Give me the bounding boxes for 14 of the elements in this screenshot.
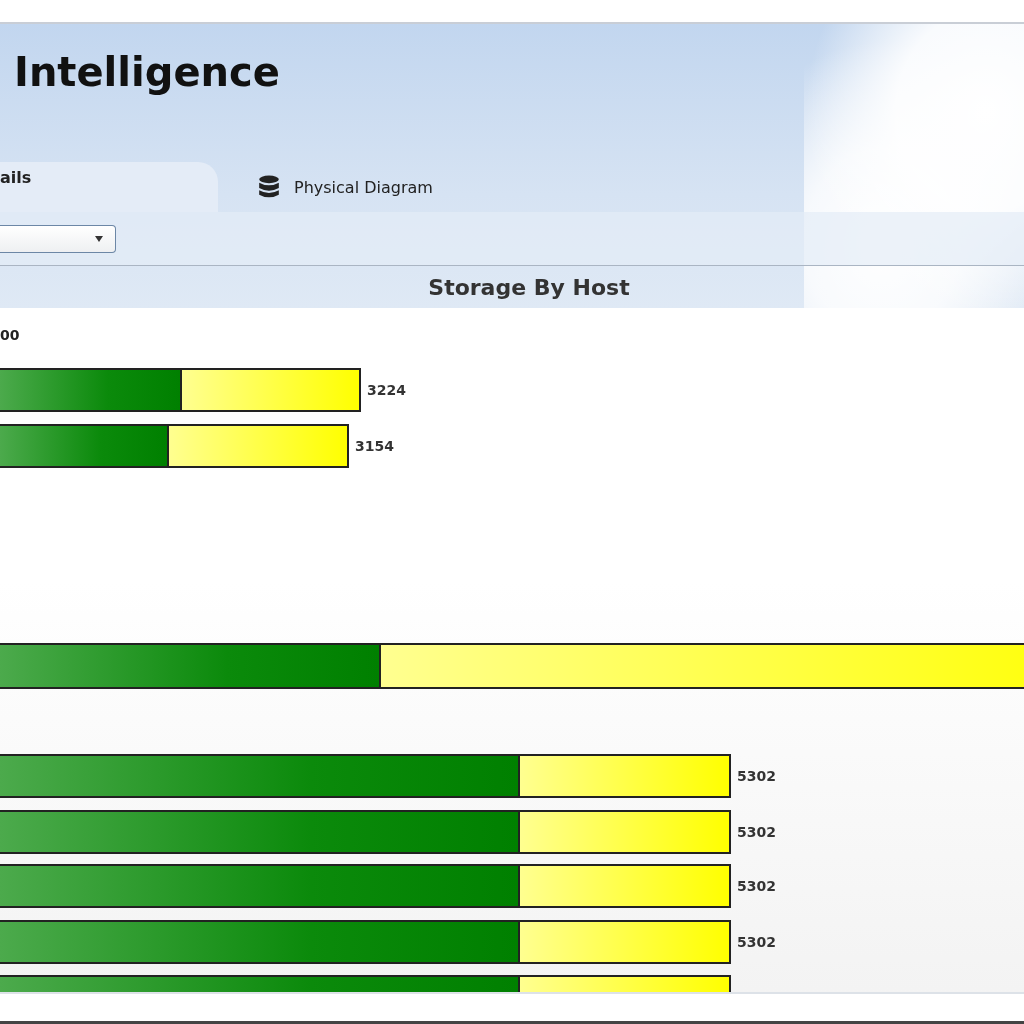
- bar-value: 5302: [737, 768, 776, 784]
- tab[interactable]: Physical Diagram: [218, 162, 453, 212]
- bar-value: 5302: [737, 824, 776, 840]
- caret-icon: [95, 235, 103, 242]
- bar-value: 5302: [737, 934, 776, 950]
- bar-value: 5302: [737, 878, 776, 894]
- bar-value: 3154: [355, 438, 394, 454]
- chart-title: Storage By Host: [428, 274, 630, 300]
- bar-value: 3224: [367, 382, 406, 398]
- dropdown[interactable]: [0, 224, 116, 253]
- app-title: Intelligence: [13, 48, 281, 97]
- database-icon: [258, 175, 280, 199]
- tab[interactable]: ails: [0, 162, 218, 212]
- axis-label: 00: [0, 326, 21, 344]
